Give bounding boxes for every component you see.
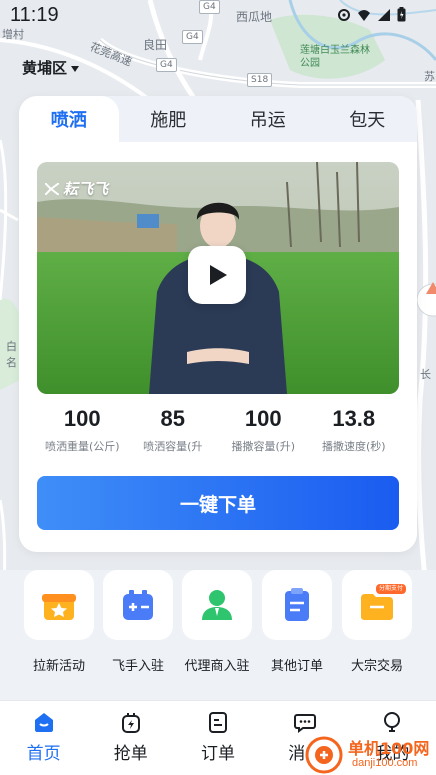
road-badge: G4 xyxy=(156,58,177,72)
stat-spray-weight: 100 喷洒重量(公斤) xyxy=(37,406,128,454)
feature-referral-campaign[interactable]: 拉新活动 xyxy=(23,570,95,674)
grab-order-icon xyxy=(121,713,140,733)
nav-label: 首页 xyxy=(26,744,61,764)
service-card: 喷洒 施肥 吊运 包天 耘飞飞 100 喷洒重量(公斤) 85 喷洒容量(升 1… xyxy=(19,96,417,552)
status-time: 11:19 xyxy=(10,4,59,26)
feature-label: 大宗交易 xyxy=(350,659,403,674)
feature-tile xyxy=(24,570,94,640)
stat-spray-volume: 85 喷洒容量(升 xyxy=(128,406,219,454)
stat-spread-volume: 100 播撒容量(升) xyxy=(218,406,309,454)
feature-pilot-join[interactable]: 飞手入驻 xyxy=(102,570,174,674)
clipboard-icon xyxy=(285,588,309,621)
feature-grid: 拉新活动 飞手入驻 代理商入驻 其他订单 分期支付 大宗交易 xyxy=(0,570,436,700)
site-watermark: 单机100网 danji100.com xyxy=(300,733,436,775)
feature-tile xyxy=(262,570,332,640)
status-bar: 11:19 xyxy=(0,0,436,30)
agent-icon xyxy=(202,590,232,620)
installment-tag: 分期支付 xyxy=(375,584,406,594)
stat-value: 13.8 xyxy=(332,406,376,431)
stat-value: 100 xyxy=(244,406,282,431)
watermark-title: 单机100网 xyxy=(348,739,430,758)
stat-label: 喷洒重量(公斤) xyxy=(44,440,120,453)
stat-label: 喷洒容量(升 xyxy=(143,440,203,453)
map-place-label: 名 xyxy=(6,356,17,369)
stat-spread-speed: 13.8 播撒速度(秒) xyxy=(309,406,400,454)
battery-icon xyxy=(123,590,153,620)
promo-video[interactable]: 耘飞飞 xyxy=(37,162,399,394)
wifi-icon xyxy=(358,9,370,21)
signal-icon xyxy=(378,8,390,21)
play-icon xyxy=(210,265,227,285)
stat-value: 85 xyxy=(160,406,185,431)
caret-down-icon xyxy=(71,65,80,72)
feature-bulk-trade[interactable]: 分期支付 大宗交易 xyxy=(341,570,413,674)
feature-tile xyxy=(182,570,252,640)
service-tabs: 喷洒 施肥 吊运 包天 xyxy=(19,96,417,142)
play-button[interactable] xyxy=(188,246,246,304)
drone-stats: 100 喷洒重量(公斤) 85 喷洒容量(升 100 播撒容量(升) 13.8 … xyxy=(37,406,399,454)
district-selector[interactable]: 黄埔区 xyxy=(22,57,80,78)
one-click-order-button[interactable]: 一键下单 xyxy=(37,476,399,530)
feature-label: 其他订单 xyxy=(270,659,323,674)
stat-label: 播撒速度(秒) xyxy=(321,440,386,453)
map-park-label: 莲塘白玉兰森林公园 xyxy=(300,45,370,69)
road-badge: G4 xyxy=(182,30,203,44)
feature-label: 代理商入驻 xyxy=(184,659,250,674)
gift-icon xyxy=(42,594,76,620)
map-place-label: 长 xyxy=(420,368,431,381)
stat-value: 100 xyxy=(63,406,101,431)
brand-logo-icon xyxy=(45,182,59,195)
battery-status-icon xyxy=(397,7,406,22)
home-icon xyxy=(34,713,53,732)
feature-label: 飞手入驻 xyxy=(111,659,164,674)
feature-label: 拉新活动 xyxy=(32,659,85,674)
nav-label: 订单 xyxy=(201,744,235,764)
settings-status-icon xyxy=(338,8,350,21)
stat-label: 播撒容量(升) xyxy=(231,440,296,453)
feature-tile xyxy=(103,570,173,640)
video-brand: 耘飞飞 xyxy=(45,178,108,199)
watermark-logo-icon xyxy=(305,736,343,774)
tab-spray[interactable]: 喷洒 xyxy=(19,96,119,142)
district-name: 黄埔区 xyxy=(22,59,68,77)
road-badge: S18 xyxy=(247,73,273,87)
map-place-label: 白 xyxy=(6,340,17,353)
profile-icon xyxy=(384,712,401,732)
message-icon xyxy=(294,714,317,733)
status-icons xyxy=(337,7,406,22)
map-place-label: 良田 xyxy=(143,38,168,52)
feature-tile: 分期支付 xyxy=(342,570,412,640)
watermark-url: danji100.com xyxy=(352,757,418,769)
nav-home[interactable]: 首页 xyxy=(0,701,87,775)
feature-other-orders[interactable]: 其他订单 xyxy=(261,570,333,674)
video-brand-text: 耘飞飞 xyxy=(63,180,109,198)
tab-lift-transport[interactable]: 吊运 xyxy=(218,96,318,142)
map-place-label: 苏 xyxy=(424,70,435,83)
feature-agent-join[interactable]: 代理商入驻 xyxy=(181,570,253,674)
nav-grab-order[interactable]: 抢单 xyxy=(87,701,174,775)
tab-day-charter[interactable]: 包天 xyxy=(318,96,418,142)
nav-orders[interactable]: 订单 xyxy=(174,701,261,775)
order-icon xyxy=(209,712,227,733)
tab-fertilize[interactable]: 施肥 xyxy=(119,96,219,142)
nav-label: 抢单 xyxy=(113,744,148,764)
